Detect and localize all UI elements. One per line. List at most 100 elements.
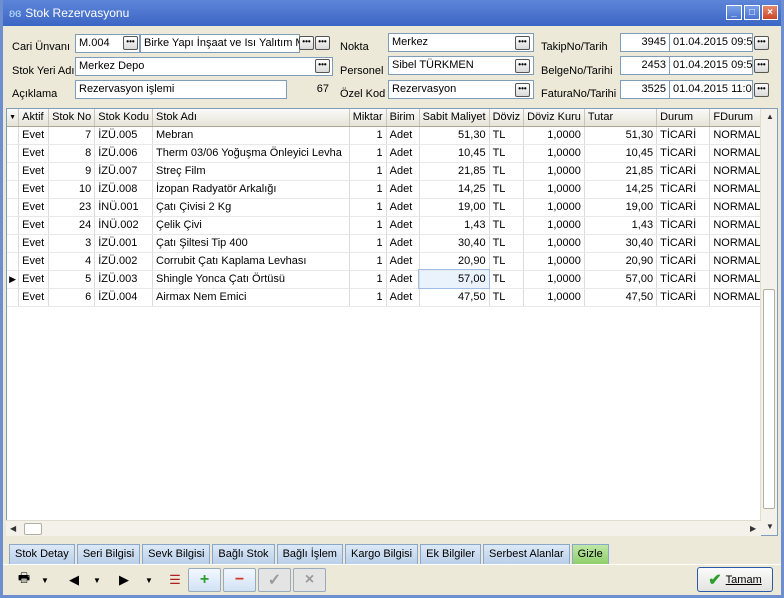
table-cell[interactable]: Adet	[386, 180, 420, 199]
table-cell[interactable]: TL	[489, 180, 525, 199]
personel-field[interactable]: Sibel TÜRKMEN	[388, 56, 534, 75]
table-cell[interactable]: 30,40	[584, 234, 658, 253]
table-cell[interactable]: 21,85	[419, 162, 490, 181]
table-cell[interactable]: TİCARİ	[656, 216, 711, 235]
column-header[interactable]: Stok Adı	[152, 109, 350, 127]
ozel-kod-field[interactable]: Rezervasyon	[388, 80, 534, 99]
table-cell[interactable]: Çelik Çivi	[152, 216, 350, 235]
table-row[interactable]: Evet 24 İNÜ.002 Çelik Çivi 1 Adet 1,43 TL 1,0000…	[7, 216, 777, 235]
row-indicator[interactable]	[7, 162, 20, 181]
table-cell[interactable]: 1	[349, 198, 387, 217]
table-cell[interactable]: İZÜ.007	[94, 162, 153, 181]
tab-ek-bilgiler[interactable]: Ek Bilgiler	[420, 544, 482, 564]
belge-tarih-field[interactable]: 01.04.2015 09:5	[669, 56, 753, 75]
tab-gizle[interactable]: Gizle	[571, 544, 609, 564]
table-cell[interactable]: 47,50	[419, 288, 490, 307]
table-cell[interactable]: İZÜ.002	[94, 252, 153, 271]
row-indicator[interactable]	[7, 180, 20, 199]
fatura-tarih-field[interactable]: 01.04.2015 11:0	[669, 80, 753, 99]
table-cell[interactable]: TİCARİ	[656, 162, 711, 181]
table-cell[interactable]: Mebran	[152, 126, 350, 145]
table-cell[interactable]: 21,85	[584, 162, 658, 181]
row-indicator[interactable]	[7, 288, 20, 307]
table-cell[interactable]: 9	[48, 162, 96, 181]
table-cell[interactable]: Adet	[386, 144, 420, 163]
column-header[interactable]: Birim	[386, 109, 420, 127]
table-cell[interactable]: 1	[349, 126, 387, 145]
takip-no-field[interactable]: 3945	[620, 33, 670, 52]
table-cell[interactable]: İZÜ.004	[94, 288, 153, 307]
tab-bağlı-i-şlem[interactable]: Bağlı İşlem	[276, 544, 343, 564]
table-cell[interactable]: 20,90	[584, 252, 658, 271]
print-dropdown-icon[interactable]: ▼	[39, 569, 51, 591]
table-cell[interactable]: İNÜ.001	[94, 198, 153, 217]
stock-grid[interactable]: ▼ Aktif Stok No Stok Kodu Stok Adı Miktar Bir…	[6, 108, 778, 536]
table-cell[interactable]: Adet	[386, 234, 420, 253]
table-cell[interactable]: 1	[349, 216, 387, 235]
table-cell[interactable]: 1	[349, 180, 387, 199]
cari-name-field[interactable]: Birke Yapı İnşaat ve Isı Yalıtım M	[140, 34, 300, 53]
row-indicator[interactable]	[7, 234, 20, 253]
table-cell[interactable]: Adet	[386, 288, 420, 307]
table-cell[interactable]: Evet	[18, 234, 50, 253]
table-cell[interactable]: 1,0000	[523, 198, 585, 217]
table-cell[interactable]: İZÜ.003	[94, 270, 153, 289]
stok-yeri-field[interactable]: Merkez Depo	[75, 57, 333, 76]
table-cell[interactable]: 57,00	[418, 269, 491, 289]
table-cell[interactable]: Çatı Çivisi 2 Kg	[152, 198, 350, 217]
minimize-button[interactable]: _	[726, 5, 742, 20]
tab-sevk-bilgisi[interactable]: Sevk Bilgisi	[142, 544, 211, 564]
table-cell[interactable]: 51,30	[419, 126, 490, 145]
table-cell[interactable]: 1	[349, 144, 387, 163]
current-row-indicator-icon[interactable]: ▶	[7, 270, 20, 289]
column-header[interactable]: Stok Kodu	[94, 109, 153, 127]
nokta-field[interactable]: Merkez	[388, 33, 534, 52]
table-cell[interactable]: Evet	[18, 144, 50, 163]
table-cell[interactable]: TL	[489, 234, 525, 253]
table-cell[interactable]: 5	[48, 270, 96, 289]
vertical-scroll-thumb[interactable]	[763, 289, 775, 509]
table-cell[interactable]: 47,50	[584, 288, 658, 307]
takip-tarih-field[interactable]: 01.04.2015 09:5	[669, 33, 753, 52]
table-cell[interactable]: 1,0000	[523, 234, 585, 253]
scroll-right-icon[interactable]: ▶	[750, 524, 756, 533]
table-cell[interactable]: 1	[349, 162, 387, 181]
table-cell[interactable]: İNÜ.002	[94, 216, 153, 235]
table-cell[interactable]: Shingle Yonca Çatı Örtüsü	[152, 270, 350, 289]
table-row[interactable]: Evet 6 İZÜ.004 Airmax Nem Emici 1 Adet 47,50 TL…	[7, 288, 777, 307]
belge-no-field[interactable]: 2453	[620, 56, 670, 75]
table-cell[interactable]: 1,0000	[523, 216, 585, 235]
table-cell[interactable]: Adet	[386, 252, 420, 271]
cari-code-lookup-button[interactable]: •••	[123, 36, 138, 50]
table-cell[interactable]: Adet	[386, 216, 420, 235]
scroll-down-icon[interactable]: ▼	[766, 522, 774, 531]
table-cell[interactable]: 1	[349, 270, 387, 289]
table-cell[interactable]: İzopan Radyatör Arkalığı	[152, 180, 350, 199]
fatura-lookup-button[interactable]: •••	[754, 83, 769, 97]
row-indicator[interactable]	[7, 126, 20, 145]
table-cell[interactable]: 51,30	[584, 126, 658, 145]
table-cell[interactable]: İZÜ.008	[94, 180, 153, 199]
table-cell[interactable]: TL	[489, 126, 525, 145]
table-cell[interactable]: Adet	[386, 126, 420, 145]
personel-lookup-button[interactable]: •••	[515, 59, 530, 73]
table-cell[interactable]: TİCARİ	[656, 144, 711, 163]
row-indicator[interactable]	[7, 252, 20, 271]
maximize-button[interactable]: □	[744, 5, 760, 20]
column-header[interactable]: Tutar	[584, 109, 658, 127]
row-indicator[interactable]	[7, 198, 20, 217]
grid-corner-dropdown-icon[interactable]: ▼	[7, 109, 20, 127]
tab-stok-detay[interactable]: Stok Detay	[9, 544, 75, 564]
tab-bağlı-stok[interactable]: Bağlı Stok	[212, 544, 275, 564]
table-cell[interactable]: İZÜ.005	[94, 126, 153, 145]
column-header[interactable]: Aktif	[18, 109, 50, 127]
table-cell[interactable]: 3	[48, 234, 96, 253]
checklist-icon[interactable]: ☰	[165, 569, 185, 591]
table-row[interactable]: Evet 8 İZÜ.006 Therm 03/06 Yoğuşma Önleyici…	[7, 144, 777, 163]
arrow-left-icon[interactable]: ◀	[65, 569, 83, 591]
column-header[interactable]: Stok No	[48, 109, 96, 127]
table-cell[interactable]: TİCARİ	[656, 270, 711, 289]
stok-yeri-lookup-button[interactable]: •••	[315, 59, 330, 73]
horizontal-scroll-thumb[interactable]	[24, 523, 42, 535]
takip-lookup-button[interactable]: •••	[754, 36, 769, 50]
